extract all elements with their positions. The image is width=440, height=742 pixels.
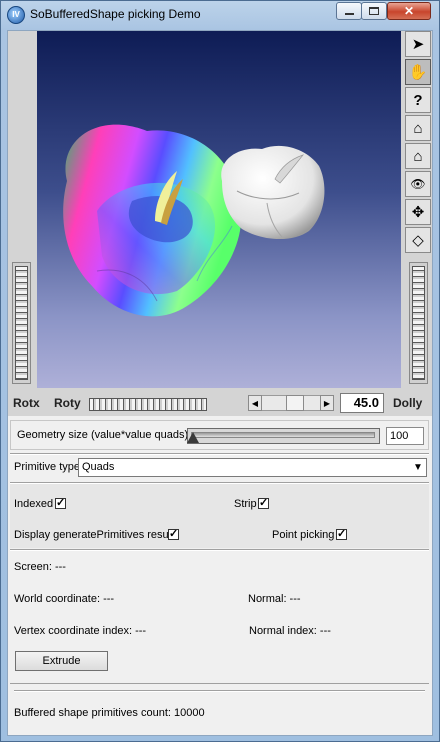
hand-icon[interactable]: ✋ bbox=[405, 59, 431, 85]
minimize-icon bbox=[345, 13, 354, 15]
geometry-size-value[interactable]: 100 bbox=[386, 427, 424, 445]
home-icon[interactable]: ⌂ bbox=[405, 115, 431, 141]
rotx-wheel[interactable] bbox=[15, 266, 28, 380]
normal-text: Normal: --- bbox=[248, 593, 301, 605]
primitive-type-select[interactable]: Quads bbox=[78, 458, 427, 477]
indexed-checkbox[interactable]: ✓ bbox=[55, 498, 66, 509]
primitives-count-status: Buffered shape primitives count: 10000 bbox=[14, 707, 205, 719]
dolly-slider-thumb[interactable] bbox=[286, 395, 304, 411]
dolly-increase-button[interactable]: ▶ bbox=[320, 395, 334, 411]
point-picking-label: Point picking bbox=[272, 529, 335, 541]
seek-icon[interactable]: ✥ bbox=[405, 199, 431, 225]
colored-shape[interactable] bbox=[63, 124, 242, 317]
display-primitives-label: Display generatePrimitives result bbox=[14, 529, 175, 541]
set-home-icon[interactable]: ⌂ bbox=[405, 143, 431, 169]
normal-index-text: Normal index: --- bbox=[249, 625, 331, 637]
app-icon: IV bbox=[7, 6, 25, 24]
rotx-label: Rotx bbox=[13, 396, 40, 410]
projection-icon[interactable]: ◇ bbox=[405, 227, 431, 253]
window-title: SoBufferedShape picking Demo bbox=[30, 7, 201, 21]
extrude-button[interactable]: Extrude bbox=[15, 651, 108, 671]
dolly-decrease-button[interactable]: ◀ bbox=[248, 395, 262, 411]
title-bar[interactable]: IV SoBufferedShape picking Demo ✕ bbox=[0, 0, 440, 30]
view-all-icon[interactable]: 👁 bbox=[405, 171, 431, 197]
geometry-size-groove bbox=[191, 432, 375, 438]
dolly-wheel[interactable] bbox=[412, 266, 425, 380]
viewer-toolbar: ➤ ✋ ? ⌂ ⌂ 👁 ✥ ◇ bbox=[405, 31, 432, 257]
dolly-value-field[interactable]: 45.0 bbox=[340, 393, 384, 413]
separator bbox=[14, 690, 425, 692]
strip-checkbox[interactable]: ✓ bbox=[258, 498, 269, 509]
select-arrow-icon[interactable]: ➤ bbox=[405, 31, 431, 57]
vertex-index-text: Vertex coordinate index: --- bbox=[14, 625, 147, 637]
primitive-type-label: Primitive type bbox=[14, 461, 81, 473]
close-button[interactable]: ✕ bbox=[387, 2, 431, 20]
indexed-label: Indexed bbox=[14, 498, 54, 510]
close-icon: ✕ bbox=[403, 4, 415, 18]
3d-viewport[interactable] bbox=[37, 31, 401, 388]
roty-wheel[interactable] bbox=[89, 398, 207, 411]
geometry-size-thumb[interactable] bbox=[187, 432, 199, 443]
roty-label: Roty bbox=[54, 396, 81, 410]
maximize-icon bbox=[369, 7, 379, 15]
screen-coordinate-text: Screen: --- bbox=[14, 561, 66, 573]
separator bbox=[10, 549, 429, 551]
help-icon[interactable]: ? bbox=[405, 87, 431, 113]
point-picking-checkbox[interactable]: ✓ bbox=[336, 529, 347, 540]
minimize-button[interactable] bbox=[336, 2, 362, 20]
dolly-label: Dolly bbox=[393, 396, 423, 410]
chevron-down-icon[interactable]: ▼ bbox=[410, 459, 426, 476]
display-primitives-checkbox[interactable]: ✓ bbox=[168, 529, 179, 540]
geometry-size-label: Geometry size (value*value quads): bbox=[17, 429, 192, 441]
strip-label: Strip bbox=[234, 498, 257, 510]
scene-svg bbox=[63, 124, 325, 317]
world-coordinate-text: World coordinate: --- bbox=[14, 593, 115, 605]
maximize-button[interactable] bbox=[361, 2, 387, 20]
separator bbox=[10, 453, 429, 455]
